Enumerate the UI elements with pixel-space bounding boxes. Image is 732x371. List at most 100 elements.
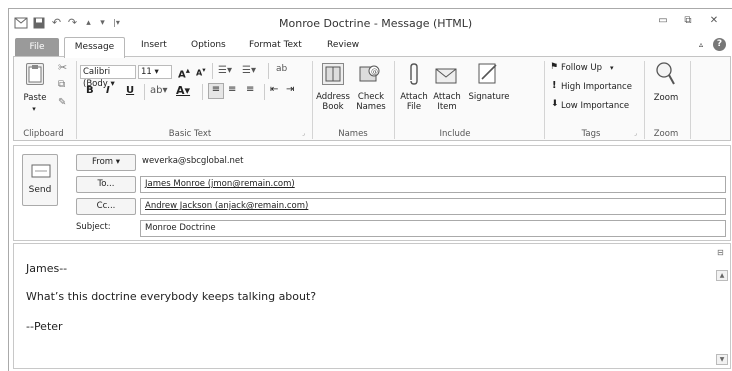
- increase-indent-icon[interactable]: ⇥: [286, 84, 294, 95]
- to-recipient[interactable]: James Monroe (jmon@remain.com): [145, 179, 295, 189]
- save-icon[interactable]: [31, 15, 46, 30]
- paste-dropdown-icon[interactable]: ▾: [27, 104, 41, 114]
- customize-qat-icon[interactable]: |▾: [109, 15, 124, 30]
- font-name-dropdown[interactable]: Calibri (Body ▾: [80, 65, 136, 89]
- tab-insert[interactable]: Insert: [141, 40, 167, 50]
- cc-field[interactable]: Andrew Jackson (anjack@remain.com): [140, 198, 726, 215]
- separator: [144, 84, 145, 100]
- close-button[interactable]: ✕: [706, 15, 722, 29]
- low-importance-label[interactable]: Low Importance: [561, 101, 629, 111]
- tab-format-text[interactable]: Format Text: [249, 40, 302, 50]
- cut-icon[interactable]: ✂: [58, 61, 67, 74]
- basic-text-launcher-icon[interactable]: ⌟: [302, 130, 305, 137]
- signature-label[interactable]: Signature: [466, 92, 512, 102]
- ruler-toggle-icon[interactable]: ⊟: [717, 248, 724, 257]
- high-importance-label[interactable]: High Importance: [561, 82, 632, 92]
- tags-launcher-icon[interactable]: ⌟: [634, 130, 637, 137]
- clipboard-group-label: Clipboard: [23, 129, 64, 139]
- low-importance-icon[interactable]: ⬇: [551, 99, 559, 109]
- paste-icon[interactable]: [26, 63, 44, 85]
- subject-label: Subject:: [76, 222, 111, 232]
- align-left-icon[interactable]: ≡: [208, 83, 224, 99]
- follow-up-flag-icon[interactable]: ⚑: [550, 62, 558, 72]
- help-icon[interactable]: ?: [713, 38, 726, 51]
- scrollbar[interactable]: ⊟ ▲ ▼: [716, 246, 728, 366]
- zoom-magnifier-icon[interactable]: [654, 61, 676, 87]
- highlight-icon[interactable]: ab▾: [150, 85, 168, 96]
- high-importance-icon[interactable]: !: [552, 80, 557, 91]
- scroll-up-arrow[interactable]: ▲: [716, 270, 728, 281]
- separator: [394, 61, 395, 139]
- clear-formatting-icon[interactable]: ab: [276, 64, 287, 74]
- from-button[interactable]: From ▾: [76, 154, 136, 171]
- names-group-label: Names: [338, 129, 368, 139]
- body-line: What’s this doctrine everybody keeps tal…: [26, 290, 317, 303]
- cc-button[interactable]: Cc...: [76, 198, 136, 215]
- italic-button[interactable]: I: [106, 85, 110, 96]
- svg-text:@: @: [371, 68, 378, 76]
- paste-label[interactable]: Paste: [18, 93, 52, 103]
- tags-group-label: Tags: [581, 129, 601, 139]
- zoom-label[interactable]: Zoom: [648, 93, 684, 103]
- down-arrow-icon[interactable]: ▾: [95, 15, 110, 30]
- include-group-label: Include: [439, 129, 471, 139]
- format-painter-icon[interactable]: ✎: [58, 97, 66, 108]
- numbering-icon[interactable]: ☰▾: [242, 65, 256, 76]
- attach-item-icon[interactable]: [434, 65, 460, 85]
- grow-font-icon[interactable]: A▴: [178, 65, 190, 80]
- send-button[interactable]: Send: [22, 154, 58, 206]
- zoom-group-label: Zoom: [653, 129, 679, 139]
- align-center-icon[interactable]: ≡: [228, 84, 236, 95]
- decrease-indent-icon[interactable]: ⇤: [270, 84, 278, 95]
- subject-value: Monroe Doctrine: [145, 223, 216, 233]
- restore-button[interactable]: ⧉: [680, 15, 696, 29]
- bullets-icon[interactable]: ☰▾: [218, 65, 232, 76]
- subject-field[interactable]: Monroe Doctrine: [140, 220, 726, 237]
- separator: [76, 61, 77, 139]
- underline-button[interactable]: U: [126, 85, 134, 96]
- collapse-ribbon-icon[interactable]: ▵: [699, 40, 703, 49]
- attach-item-label[interactable]: Attach Item: [430, 92, 464, 112]
- ribbon: Paste ▾ ✂ ⧉ ✎ Clipboard ⌟ Calibri (Body …: [13, 56, 731, 141]
- address-book-label[interactable]: Address Book: [315, 92, 351, 112]
- address-book-icon[interactable]: [322, 63, 344, 85]
- minimize-button[interactable]: ▭: [655, 15, 671, 29]
- message-body[interactable]: James-- What’s this doctrine everybody k…: [13, 243, 731, 369]
- tab-file[interactable]: File: [15, 38, 59, 56]
- font-color-icon[interactable]: A▾: [176, 84, 190, 97]
- check-names-icon[interactable]: @: [359, 63, 381, 85]
- shrink-font-icon[interactable]: A▾: [196, 66, 206, 78]
- undo-icon[interactable]: ↶: [49, 15, 64, 30]
- copy-icon[interactable]: ⧉: [58, 79, 65, 90]
- follow-up-dropdown-icon[interactable]: ▾: [610, 64, 614, 72]
- tab-message[interactable]: Message: [64, 37, 125, 58]
- tab-options[interactable]: Options: [191, 40, 226, 50]
- send-label: Send: [28, 185, 52, 195]
- outlook-message-window: ↶ ↷ ▴ ▾ |▾ Monroe Doctrine - Message (HT…: [8, 8, 732, 371]
- scroll-down-arrow[interactable]: ▼: [716, 354, 728, 365]
- up-arrow-icon[interactable]: ▴: [81, 15, 96, 30]
- cc-recipient[interactable]: Andrew Jackson (anjack@remain.com): [145, 201, 308, 211]
- tab-review[interactable]: Review: [327, 40, 359, 50]
- to-field[interactable]: James Monroe (jmon@remain.com): [140, 176, 726, 193]
- clipboard-launcher-icon[interactable]: ⌟: [59, 130, 62, 137]
- font-size-dropdown[interactable]: 11 ▾: [138, 65, 172, 79]
- from-button-label: From: [91, 157, 114, 167]
- to-button[interactable]: To...: [76, 176, 136, 193]
- redo-icon[interactable]: ↷: [65, 15, 80, 30]
- paperclip-icon[interactable]: [406, 62, 422, 86]
- signature-icon[interactable]: [476, 61, 500, 85]
- separator: [268, 63, 269, 79]
- basic-text-group-label: Basic Text: [168, 129, 212, 139]
- outlook-app-icon[interactable]: [13, 15, 28, 30]
- follow-up-label[interactable]: Follow Up: [561, 63, 602, 73]
- separator: [690, 61, 691, 139]
- body-line: James--: [26, 262, 68, 275]
- bold-button[interactable]: B: [86, 85, 94, 96]
- body-line: --Peter: [26, 320, 63, 333]
- check-names-label[interactable]: Check Names: [353, 92, 389, 112]
- align-right-icon[interactable]: ≡: [246, 84, 254, 95]
- font-size-value: 11: [141, 67, 152, 77]
- attach-file-label[interactable]: Attach File: [398, 92, 430, 112]
- separator: [212, 63, 213, 79]
